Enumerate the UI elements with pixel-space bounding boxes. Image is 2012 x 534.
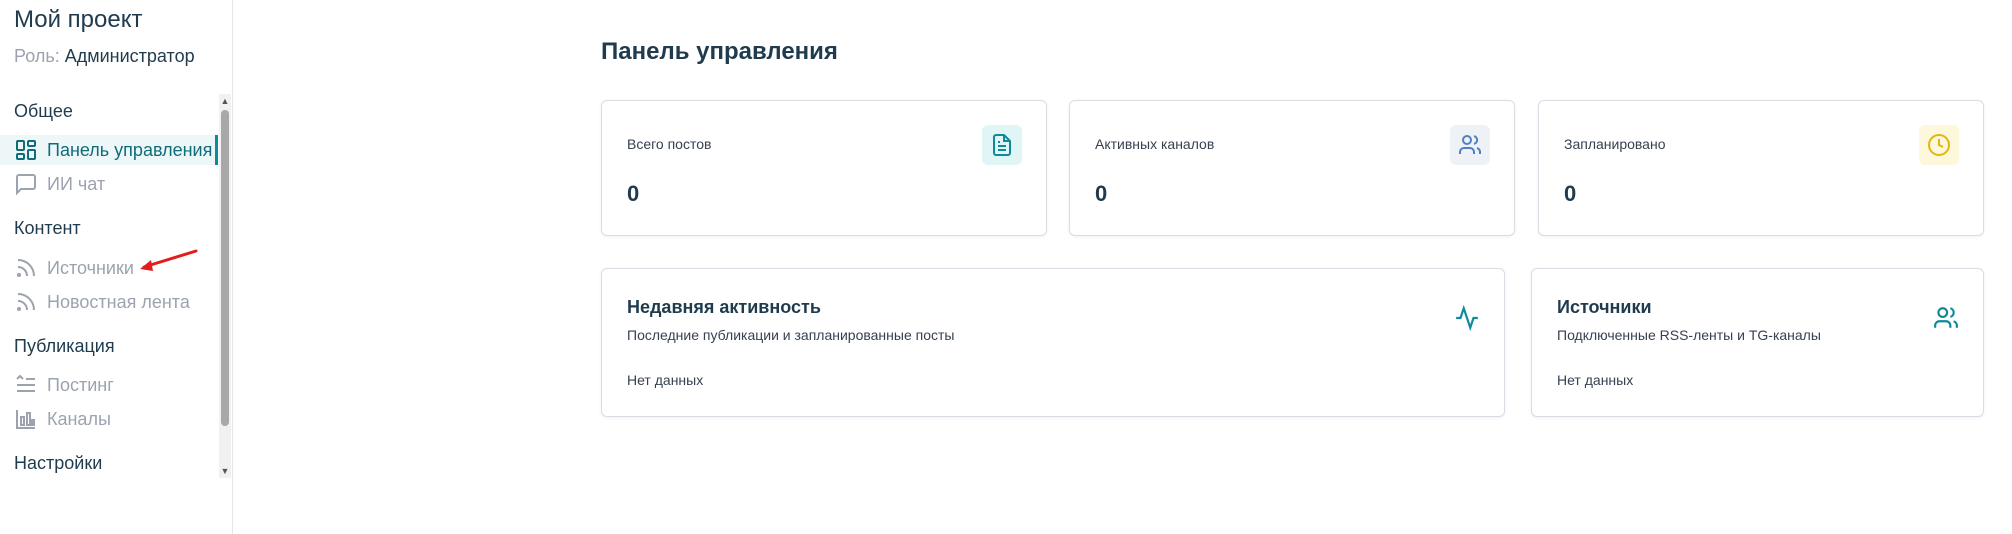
sidebar-item-posting[interactable]: Постинг xyxy=(0,370,218,400)
sidebar-item-label: Новостная лента xyxy=(47,291,190,312)
stat-card-total-posts: Всего постов 0 xyxy=(601,100,1047,236)
sidebar-item-ai-chat[interactable]: ИИ чат xyxy=(0,169,218,199)
stat-value: 0 xyxy=(627,181,640,206)
activity-icon xyxy=(1456,305,1478,331)
scroll-down-icon[interactable]: ▼ xyxy=(219,464,231,478)
sidebar-item-label: Каналы xyxy=(47,408,111,429)
project-title: Мой проект xyxy=(14,6,143,33)
card-subtitle: Последние публикации и запланированные п… xyxy=(627,327,955,343)
stat-card-scheduled: Запланировано 0 xyxy=(1538,100,1984,236)
stat-value: 0 xyxy=(1095,181,1108,206)
clock-icon xyxy=(1919,125,1959,165)
stat-card-active-channels: Активных каналов 0 xyxy=(1069,100,1515,236)
chat-bubble-icon xyxy=(16,174,36,196)
bar-chart-icon xyxy=(16,410,35,429)
annotation-arrow-icon xyxy=(140,249,198,271)
sidebar-item-label: Постинг xyxy=(47,374,114,395)
stat-label: Активных каналов xyxy=(1095,136,1215,152)
card-title: Недавняя активность xyxy=(627,297,821,317)
section-content: Контент xyxy=(14,218,81,238)
main-content: Панель управления Всего постов 0 Активны… xyxy=(234,0,2012,534)
empty-state: Нет данных xyxy=(627,372,704,388)
section-publishing: Публикация xyxy=(14,336,115,356)
scrollbar-thumb[interactable] xyxy=(221,110,229,426)
grid-icon xyxy=(16,140,36,160)
user-role: Роль: Администратор xyxy=(14,46,195,67)
page-title: Панель управления xyxy=(601,38,838,65)
sidebar-item-label: ИИ чат xyxy=(47,173,106,194)
sources-card: Источники Подключенные RSS-ленты и TG-ка… xyxy=(1531,268,1984,417)
sidebar: Мой проект Роль: Администратор Общее Пан… xyxy=(0,0,233,534)
stat-value: 0 xyxy=(1564,181,1577,206)
users-icon xyxy=(1450,125,1490,165)
scroll-up-icon[interactable]: ▲ xyxy=(219,94,231,108)
sidebar-item-dashboard[interactable]: Панель управления xyxy=(0,135,218,165)
sidebar-item-label: Панель управления xyxy=(47,139,213,160)
sidebar-item-label: Источники xyxy=(47,257,134,278)
role-label: Роль: xyxy=(14,46,60,66)
users-icon xyxy=(1934,307,1958,328)
stat-label: Запланировано xyxy=(1564,136,1666,152)
section-general: Общее xyxy=(14,101,73,121)
text-align-icon xyxy=(16,374,35,392)
role-value: Администратор xyxy=(64,46,195,66)
section-settings[interactable]: Настройки xyxy=(14,453,102,474)
card-title: Источники xyxy=(1557,297,1652,317)
recent-activity-card: Недавняя активность Последние публикации… xyxy=(601,268,1505,417)
stat-label: Всего постов xyxy=(627,136,712,152)
empty-state: Нет данных xyxy=(1557,372,1634,388)
rss-icon xyxy=(17,293,35,311)
rss-icon xyxy=(17,259,35,277)
card-subtitle: Подключенные RSS-ленты и TG-каналы xyxy=(1557,327,1821,343)
sidebar-item-news-feed[interactable]: Новостная лента xyxy=(0,287,218,317)
document-icon xyxy=(982,125,1022,165)
sidebar-item-channels[interactable]: Каналы xyxy=(0,404,218,434)
